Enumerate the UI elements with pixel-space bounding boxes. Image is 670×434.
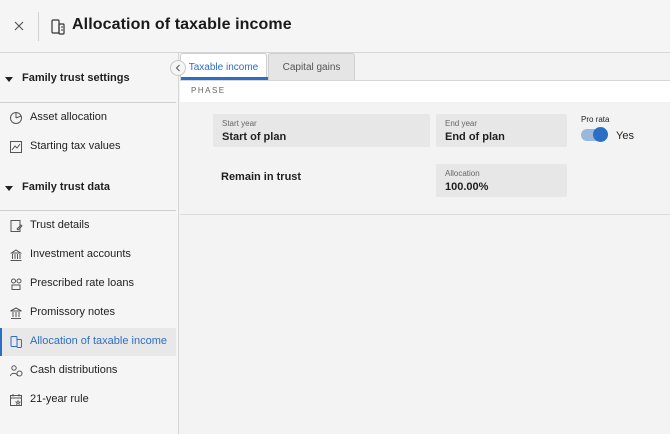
end-year-value: End of plan — [445, 131, 505, 143]
collapse-sidebar-button[interactable] — [170, 60, 186, 76]
sidebar-item-label: Asset allocation — [30, 111, 108, 123]
sidebar-item-investment-accounts[interactable]: Investment accounts — [0, 241, 176, 269]
allocation-value: 100.00% — [445, 181, 489, 193]
section-family-trust-data[interactable]: Family trust data — [0, 179, 176, 201]
sidebar-item-prescribed-rate-loans[interactable]: Prescribed rate loans — [0, 270, 176, 298]
document-edit-icon — [10, 220, 23, 232]
sidebar-item-allocation-of-taxable-income[interactable]: Allocation of taxable income — [0, 328, 176, 356]
start-year-value: Start of plan — [222, 131, 287, 143]
tab-taxable-income[interactable]: Taxable income — [180, 53, 268, 80]
sidebar: Family trust settings Asset allocation S… — [0, 53, 179, 434]
section-label: Family trust data — [22, 181, 111, 193]
sidebar-item-label: Trust details — [30, 219, 90, 231]
person-money-icon — [10, 365, 23, 377]
institution-icon — [10, 307, 22, 319]
main-content: Taxable income Capital gains PHASE Start… — [180, 53, 670, 434]
sidebar-item-label: Investment accounts — [30, 248, 131, 260]
tab-capital-gains[interactable]: Capital gains — [268, 53, 355, 80]
document-split-icon — [10, 336, 22, 348]
sidebar-item-label: Allocation of taxable income — [30, 335, 167, 347]
pro-rata-toggle[interactable] — [581, 127, 608, 142]
phase-row: Start year Start of plan End year End of… — [180, 102, 670, 215]
app-header: Allocation of taxable income — [0, 0, 670, 53]
sidebar-item-starting-tax-values[interactable]: Starting tax values — [0, 133, 176, 161]
chart-image-icon — [10, 141, 22, 153]
allocation-field[interactable]: Allocation 100.00% — [436, 164, 567, 197]
header-divider — [38, 12, 39, 41]
end-year-label: End year — [445, 119, 478, 128]
end-year-field[interactable]: End year End of plan — [436, 114, 567, 147]
chevron-left-icon — [175, 64, 180, 72]
sidebar-item-asset-allocation[interactable]: Asset allocation — [0, 104, 176, 132]
sidebar-item-label: 21-year rule — [30, 393, 89, 405]
start-year-label: Start year — [222, 119, 257, 128]
phase-header: PHASE — [180, 81, 670, 102]
sidebar-item-label: Promissory notes — [30, 306, 115, 318]
section-divider — [0, 102, 176, 103]
section-label: Family trust settings — [22, 72, 130, 84]
close-icon — [14, 21, 24, 31]
sidebar-item-label: Starting tax values — [30, 140, 121, 152]
page-title: Allocation of taxable income — [72, 16, 292, 33]
pro-rata-state: Yes — [616, 130, 634, 142]
bank-building-icon — [9, 249, 23, 261]
sidebar-item-21-year-rule[interactable]: 21-year rule — [0, 386, 176, 414]
people-loan-icon — [11, 278, 22, 290]
allocation-label: Allocation — [445, 169, 480, 178]
section-family-trust-settings[interactable]: Family trust settings — [0, 70, 176, 92]
calendar-star-icon — [10, 394, 22, 406]
close-button[interactable] — [10, 17, 28, 35]
caret-down-icon — [5, 186, 13, 191]
sidebar-item-cash-distributions[interactable]: Cash distributions — [0, 357, 176, 385]
toggle-knob — [593, 127, 608, 142]
document-split-icon — [51, 19, 65, 35]
caret-down-icon — [5, 77, 13, 82]
sidebar-item-label: Prescribed rate loans — [30, 277, 134, 289]
sidebar-item-trust-details[interactable]: Trust details — [0, 212, 176, 240]
pie-chart-icon — [10, 112, 22, 124]
start-year-field[interactable]: Start year Start of plan — [213, 114, 430, 147]
pro-rata-label: Pro rata — [581, 115, 610, 124]
phase-label: PHASE — [191, 86, 226, 95]
sidebar-item-label: Cash distributions — [30, 364, 118, 376]
sidebar-item-promissory-notes[interactable]: Promissory notes — [0, 299, 176, 327]
remain-in-trust-label: Remain in trust — [221, 171, 302, 183]
section-divider — [0, 210, 176, 211]
